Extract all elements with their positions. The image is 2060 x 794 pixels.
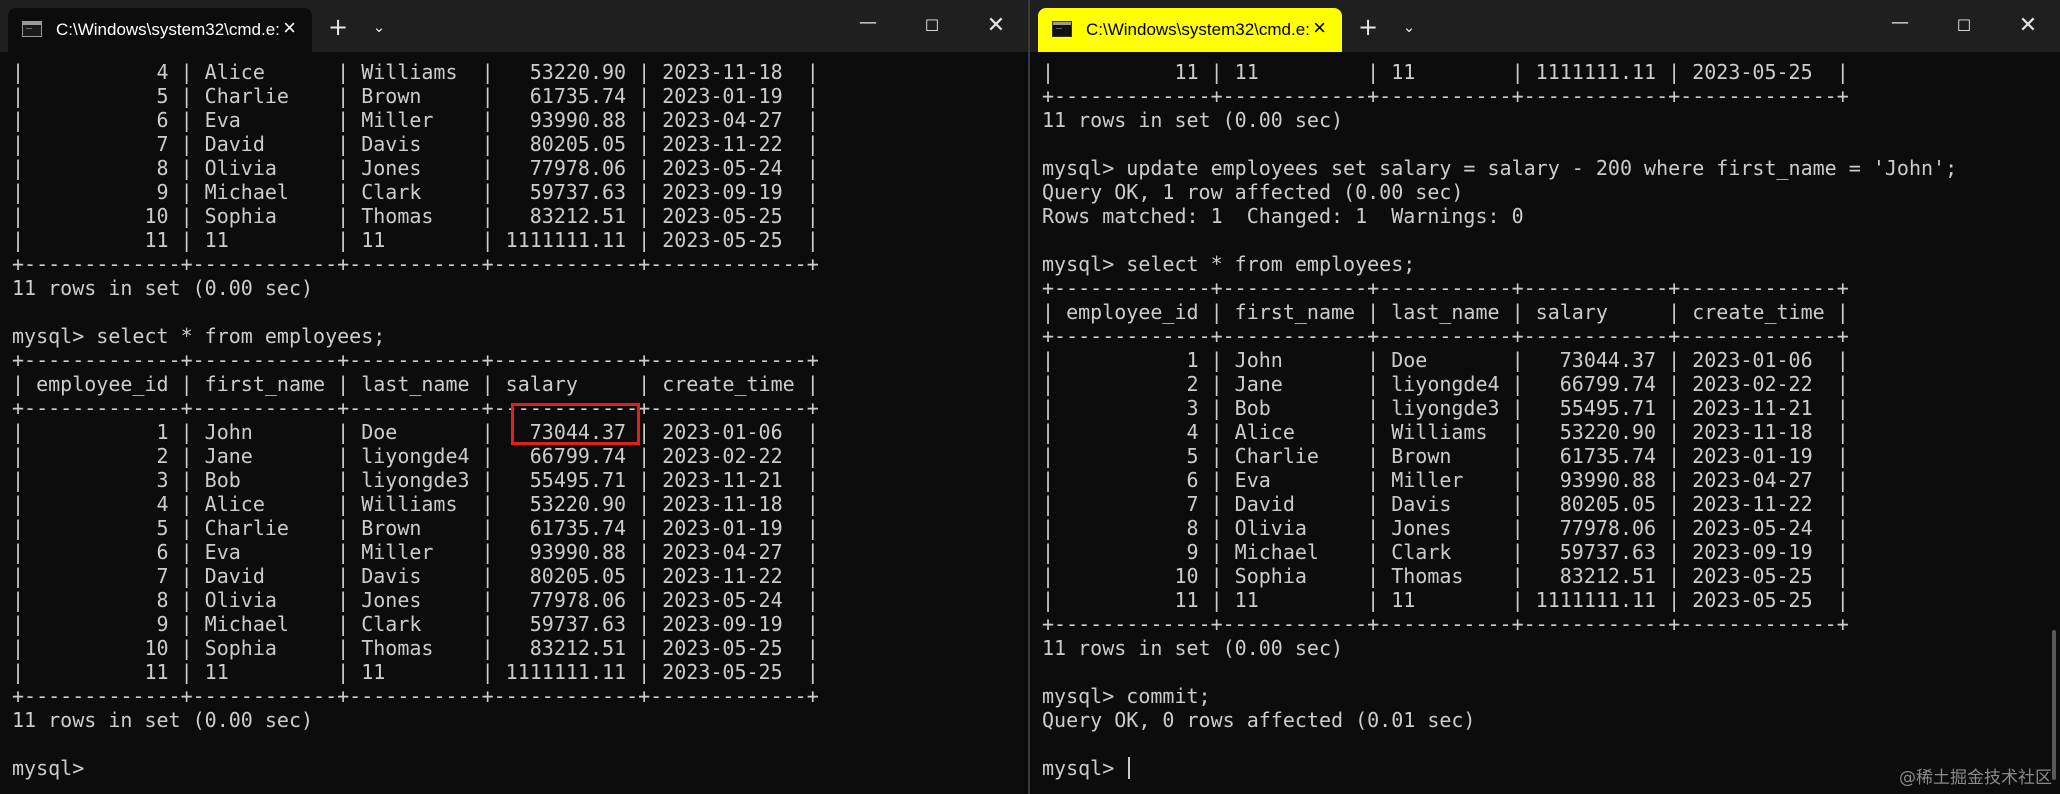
minimize-button[interactable]: —: [840, 6, 896, 46]
maximize-icon: ☐: [1956, 16, 1972, 35]
maximize-button[interactable]: ☐: [1936, 6, 1992, 46]
right-console-output[interactable]: | 11 | 11 | 11 | 1111111.11 | 2023-05-25…: [1042, 60, 2040, 780]
new-tab-button[interactable]: +: [320, 12, 356, 42]
console-line: | 10 | Sophia | Thomas | 83212.51 | 2023…: [1042, 564, 1849, 588]
console-line: | 8 | Olivia | Jones | 77978.06 | 2023-0…: [1042, 516, 1849, 540]
console-line: | 11 | 11 | 11 | 1111111.11 | 2023-05-25…: [12, 660, 819, 684]
minimize-icon: —: [859, 12, 877, 33]
tab-dropdown-button[interactable]: ⌄: [364, 12, 394, 42]
console-line: 11 rows in set (0.00 sec): [1042, 636, 1344, 660]
right-tab[interactable]: C:\Windows\system32\cmd.e: ×: [1038, 8, 1342, 52]
console-line: | 7 | David | Davis | 80205.05 | 2023-11…: [12, 132, 819, 156]
console-line: +-------------+------------+-----------+…: [12, 684, 819, 708]
console-line: | 5 | Charlie | Brown | 61735.74 | 2023-…: [12, 84, 819, 108]
console-line: | 10 | Sophia | Thomas | 83212.51 | 2023…: [12, 204, 819, 228]
close-icon[interactable]: ×: [283, 16, 296, 40]
console-line: | employee_id | first_name | last_name |…: [1042, 300, 1849, 324]
console-line: mysql>: [1042, 756, 2040, 780]
left-tab-title: C:\Windows\system32\cmd.e:: [56, 20, 280, 39]
console-line: +-------------+------------+-----------+…: [1042, 276, 1849, 300]
left-tab[interactable]: C:\Windows\system32\cmd.e: ×: [8, 8, 312, 52]
salary-highlight-box: [511, 403, 640, 445]
console-line: | 8 | Olivia | Jones | 77978.06 | 2023-0…: [12, 156, 819, 180]
right-terminal-window[interactable]: C:\Windows\system32\cmd.e: × + ⌄ — ☐ ✕ |…: [1030, 0, 2060, 794]
console-line: | 6 | Eva | Miller | 93990.88 | 2023-04-…: [12, 108, 819, 132]
console-line: | 4 | Alice | Williams | 53220.90 | 2023…: [12, 492, 819, 516]
console-line: mysql> select * from employees;: [12, 324, 386, 348]
chevron-down-icon: ⌄: [1402, 18, 1416, 36]
console-line: | 2 | Jane | liyongde4 | 66799.74 | 2023…: [1042, 372, 1849, 396]
console-line: +-------------+------------+-----------+…: [1042, 612, 1849, 636]
console-line: | 9 | Michael | Clark | 59737.63 | 2023-…: [12, 612, 819, 636]
console-line: | 8 | Olivia | Jones | 77978.06 | 2023-0…: [12, 588, 819, 612]
console-line: | 3 | Bob | liyongde3 | 55495.71 | 2023-…: [1042, 396, 1849, 420]
left-title-bar[interactable]: C:\Windows\system32\cmd.e: × + ⌄ — ☐ ✕: [0, 0, 1028, 52]
console-line: mysql> commit;: [1042, 684, 1211, 708]
console-line: mysql> update employees set salary = sal…: [1042, 156, 1958, 180]
console-line: | 7 | David | Davis | 80205.05 | 2023-11…: [12, 564, 819, 588]
minimize-icon: —: [1891, 12, 1909, 33]
right-tab-title: C:\Windows\system32\cmd.e:: [1086, 20, 1310, 39]
console-line: +-------------+------------+-----------+…: [12, 252, 819, 276]
console-line: Rows matched: 1 Changed: 1 Warnings: 0: [1042, 204, 1524, 228]
right-title-bar[interactable]: C:\Windows\system32\cmd.e: × + ⌄ — ☐ ✕: [1030, 0, 2060, 52]
console-line: | 3 | Bob | liyongde3 | 55495.71 | 2023-…: [12, 468, 819, 492]
console-line: | 11 | 11 | 11 | 1111111.11 | 2023-05-25…: [1042, 588, 1849, 612]
new-tab-button[interactable]: +: [1350, 12, 1386, 42]
console-line: mysql> select * from employees;: [1042, 252, 1416, 276]
console-line: | 5 | Charlie | Brown | 61735.74 | 2023-…: [1042, 444, 1849, 468]
watermark: @稀土掘金技术社区: [1899, 768, 2052, 788]
console-line: +-------------+------------+-----------+…: [12, 348, 819, 372]
console-line: | 10 | Sophia | Thomas | 83212.51 | 2023…: [12, 636, 819, 660]
console-line: | 6 | Eva | Miller | 93990.88 | 2023-04-…: [1042, 468, 1849, 492]
close-window-button[interactable]: ✕: [2000, 6, 2056, 46]
console-line: 11 rows in set (0.00 sec): [12, 276, 314, 300]
console-line: Query OK, 0 rows affected (0.01 sec): [1042, 708, 1476, 732]
close-icon: ✕: [986, 13, 1006, 38]
maximize-icon: ☐: [924, 16, 940, 35]
console-line: | 2 | Jane | liyongde4 | 66799.74 | 2023…: [12, 444, 819, 468]
chevron-down-icon: ⌄: [372, 18, 386, 36]
console-line: Query OK, 1 row affected (0.00 sec): [1042, 180, 1464, 204]
console-line: | 11 | 11 | 11 | 1111111.11 | 2023-05-25…: [12, 228, 819, 252]
terminal-icon: [22, 18, 42, 37]
close-icon: ✕: [2018, 13, 2038, 38]
console-line: 11 rows in set (0.00 sec): [1042, 108, 1344, 132]
plus-icon: +: [327, 13, 349, 41]
console-line: | 4 | Alice | Williams | 53220.90 | 2023…: [1042, 420, 1849, 444]
console-line: | 9 | Michael | Clark | 59737.63 | 2023-…: [12, 180, 819, 204]
left-terminal-window[interactable]: C:\Windows\system32\cmd.e: × + ⌄ — ☐ ✕ |…: [0, 0, 1028, 794]
console-line: | 6 | Eva | Miller | 93990.88 | 2023-04-…: [12, 540, 819, 564]
tab-dropdown-button[interactable]: ⌄: [1394, 12, 1424, 42]
scrollbar[interactable]: [2052, 630, 2056, 780]
left-console-output[interactable]: | 4 | Alice | Williams | 53220.90 | 2023…: [12, 60, 1008, 780]
console-line: | 4 | Alice | Williams | 53220.90 | 2023…: [12, 60, 819, 84]
maximize-button[interactable]: ☐: [904, 6, 960, 46]
console-line: +-------------+------------+-----------+…: [12, 396, 819, 420]
terminal-icon: [1052, 18, 1072, 37]
console-line: 11 rows in set (0.00 sec): [12, 708, 314, 732]
console-line: | 1 | John | Doe | 73044.37 | 2023-01-06…: [12, 420, 819, 444]
close-window-button[interactable]: ✕: [968, 6, 1024, 46]
close-icon[interactable]: ×: [1313, 16, 1326, 40]
console-line: | employee_id | first_name | last_name |…: [12, 372, 819, 396]
console-line: +-------------+------------+-----------+…: [1042, 324, 1849, 348]
console-line: | 1 | John | Doe | 73044.37 | 2023-01-06…: [1042, 348, 1849, 372]
minimize-button[interactable]: —: [1872, 6, 1928, 46]
text-cursor: [1128, 757, 1131, 779]
console-line: mysql>: [12, 756, 85, 780]
console-line: | 11 | 11 | 11 | 1111111.11 | 2023-05-25…: [1042, 60, 1849, 84]
console-line: | 5 | Charlie | Brown | 61735.74 | 2023-…: [12, 516, 819, 540]
console-line: | 7 | David | Davis | 80205.05 | 2023-11…: [1042, 492, 1849, 516]
console-line: | 9 | Michael | Clark | 59737.63 | 2023-…: [1042, 540, 1849, 564]
console-line: +-------------+------------+-----------+…: [1042, 84, 1849, 108]
plus-icon: +: [1357, 13, 1379, 41]
